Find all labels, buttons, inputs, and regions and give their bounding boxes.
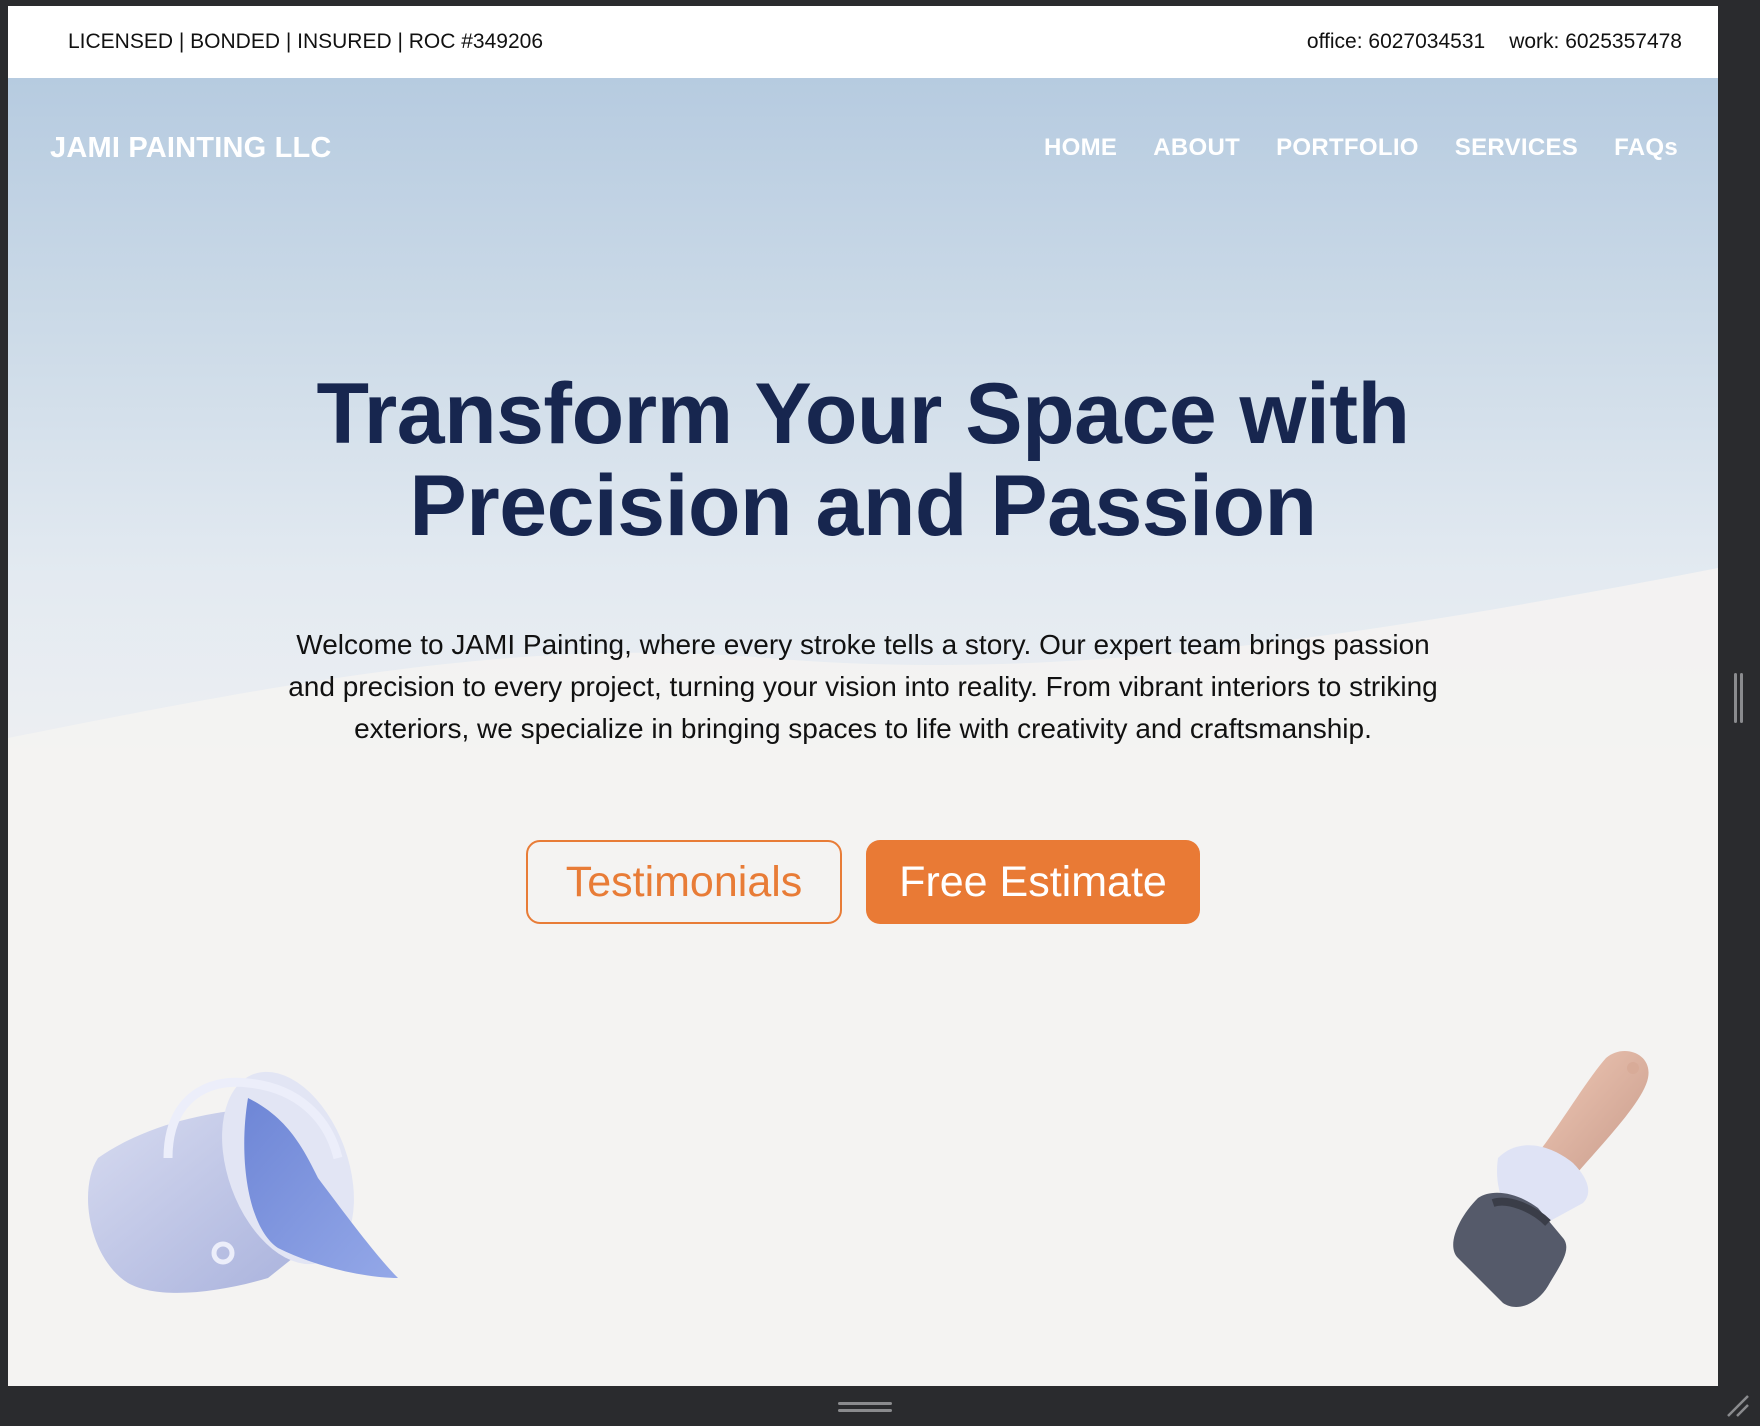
nav-item-portfolio[interactable]: PORTFOLIO: [1276, 134, 1419, 162]
window-resize-grip-icon[interactable]: [1724, 1392, 1750, 1418]
hero-actions: Testimonials Free Estimate: [8, 840, 1718, 924]
bottom-panel-resize-handle[interactable]: [838, 1402, 892, 1414]
hero-headline: Transform Your Space with Precision and …: [8, 368, 1718, 552]
hero-section: JAMI PAINTING LLC HOME ABOUT PORTFOLIO S…: [8, 78, 1718, 1386]
headline-line-2: Precision and Passion: [409, 458, 1317, 554]
nav-menu: HOME ABOUT PORTFOLIO SERVICES FAQs: [1044, 134, 1678, 162]
main-navigation: JAMI PAINTING LLC HOME ABOUT PORTFOLIO S…: [8, 78, 1718, 218]
side-panel-resize-handle[interactable]: [1734, 673, 1744, 723]
work-phone[interactable]: work: 6025357478: [1509, 30, 1682, 54]
license-info: LICENSED | BONDED | INSURED | ROC #34920…: [68, 30, 544, 53]
testimonials-button[interactable]: Testimonials: [526, 840, 842, 924]
headline-line-1: Transform Your Space with: [316, 366, 1410, 462]
hero-description: Welcome to JAMI Painting, where every st…: [288, 629, 1438, 744]
browser-viewport: LICENSED | BONDED | INSURED | ROC #34920…: [8, 6, 1718, 1386]
nav-item-services[interactable]: SERVICES: [1455, 134, 1578, 162]
contact-numbers: office: 6027034531 work: 6025357478: [1307, 30, 1682, 54]
paint-bucket-icon: [88, 1071, 398, 1293]
free-estimate-button[interactable]: Free Estimate: [866, 840, 1200, 924]
nav-item-about[interactable]: ABOUT: [1153, 134, 1240, 162]
paint-brush-icon: [1453, 1050, 1649, 1307]
nav-item-home[interactable]: HOME: [1044, 134, 1117, 162]
office-phone[interactable]: office: 6027034531: [1307, 30, 1485, 54]
nav-item-faqs[interactable]: FAQs: [1614, 134, 1678, 162]
brand-logo[interactable]: JAMI PAINTING LLC: [50, 132, 332, 165]
top-info-bar: LICENSED | BONDED | INSURED | ROC #34920…: [8, 6, 1718, 78]
